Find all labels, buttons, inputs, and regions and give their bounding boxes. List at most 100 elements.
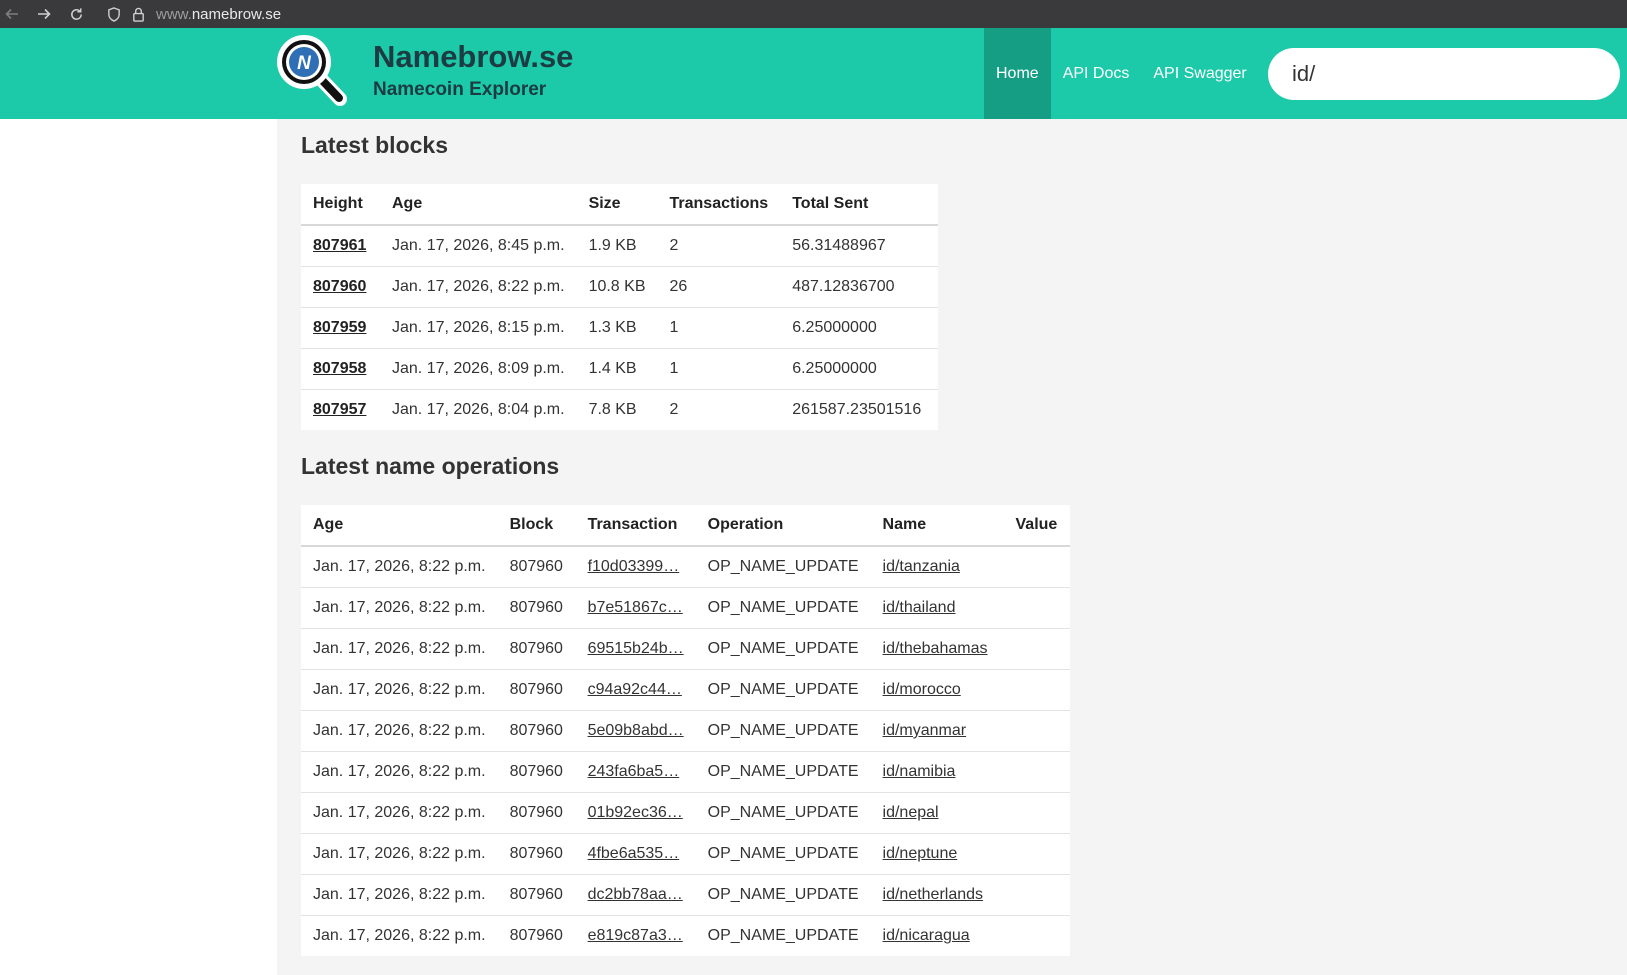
- table-row: Jan. 17, 2026, 8:22 p.m. 807960 69515b24…: [301, 628, 1070, 670]
- address-bar[interactable]: www.namebrow.se: [156, 6, 281, 23]
- logo-letter: N: [297, 53, 312, 74]
- block-link[interactable]: 807958: [313, 360, 366, 377]
- transaction-link[interactable]: 69515b24b…: [588, 640, 684, 657]
- cell-total-sent: 56.31488967: [780, 225, 939, 267]
- main-nav: Home API Docs API Swagger: [984, 28, 1259, 119]
- cell-value: [1003, 710, 1070, 752]
- table-row: 807958 Jan. 17, 2026, 8:09 p.m. 1.4 KB 1…: [301, 348, 939, 390]
- cell-size: 7.8 KB: [588, 401, 637, 418]
- cell-block: 807960: [497, 546, 576, 588]
- transaction-link[interactable]: 4fbe6a535…: [588, 845, 680, 862]
- cell-height: 807959: [301, 307, 380, 349]
- block-link[interactable]: 807959: [313, 319, 366, 336]
- col-age: Age: [380, 184, 577, 226]
- cell-value: [1003, 587, 1070, 629]
- name-link[interactable]: id/nicaragua: [883, 927, 970, 944]
- url-prefix: www.: [156, 5, 192, 23]
- cell-transaction: c94a92c44…: [575, 669, 696, 711]
- cell-operation: OP_NAME_UPDATE: [707, 927, 859, 944]
- name-link[interactable]: id/thebahamas: [883, 640, 988, 657]
- lock-icon[interactable]: [128, 4, 148, 24]
- name-link[interactable]: id/nepal: [883, 804, 939, 821]
- cell-value: [1003, 874, 1070, 916]
- cell-operation: OP_NAME_UPDATE: [695, 874, 871, 916]
- name-link[interactable]: id/neptune: [883, 845, 958, 862]
- latest-name-operations-heading: Latest name operations: [301, 453, 560, 479]
- col-operation: Operation: [695, 505, 871, 547]
- name-link[interactable]: id/myanmar: [883, 722, 967, 739]
- transaction-link[interactable]: 5e09b8abd…: [588, 722, 684, 739]
- cell-age: Jan. 17, 2026, 8:22 p.m.: [380, 266, 577, 308]
- cell-operation: OP_NAME_UPDATE: [695, 587, 871, 629]
- magnifier-logo-icon[interactable]: N: [275, 33, 349, 107]
- block-link[interactable]: 807961: [313, 237, 366, 254]
- transaction-link[interactable]: e819c87a3…: [588, 927, 683, 944]
- name-operations-table: Age Block Transaction Operation Name Val…: [301, 505, 1070, 956]
- cell-block: 807960: [497, 669, 576, 711]
- cell-transactions: 26: [657, 266, 781, 308]
- cell-name: id/thebahamas: [870, 628, 1004, 670]
- cell-name: id/neptune: [870, 833, 1004, 875]
- nav-api-docs[interactable]: API Docs: [1051, 28, 1142, 119]
- name-link[interactable]: id/netherlands: [883, 886, 984, 903]
- col-value: Value: [1003, 505, 1070, 547]
- cell-transaction: 69515b24b…: [575, 628, 696, 670]
- cell-transaction: b7e51867c…: [575, 587, 696, 629]
- cell-block: 807960: [497, 874, 576, 916]
- cell-total-sent: 261587.23501516: [792, 401, 922, 418]
- table-row: 807959 Jan. 17, 2026, 8:15 p.m. 1.3 KB 1…: [301, 307, 939, 349]
- site-title[interactable]: Namebrow.se: [373, 39, 573, 75]
- transaction-link[interactable]: 01b92ec36…: [588, 804, 683, 821]
- cell-age: Jan. 17, 2026, 8:45 p.m.: [380, 225, 577, 267]
- name-link[interactable]: id/thailand: [883, 599, 956, 616]
- cell-height: 807960: [301, 266, 380, 308]
- cell-name: id/thailand: [870, 587, 1004, 629]
- cell-block: 807960: [497, 587, 576, 629]
- cell-age: Jan. 17, 2026, 8:04 p.m.: [392, 401, 565, 418]
- cell-block: 807960: [497, 710, 576, 752]
- cell-size: 1.4 KB: [576, 348, 658, 390]
- cell-block: 807960: [509, 927, 563, 944]
- cell-name: id/myanmar: [870, 710, 1004, 752]
- block-link[interactable]: 807957: [313, 401, 366, 418]
- search-input[interactable]: [1268, 48, 1620, 100]
- cell-size: 1.3 KB: [576, 307, 658, 349]
- col-transactions: Transactions: [657, 184, 781, 226]
- cell-value: [1004, 916, 1070, 957]
- reload-icon[interactable]: [66, 4, 86, 24]
- nav-home[interactable]: Home: [984, 28, 1051, 119]
- block-link[interactable]: 807960: [313, 278, 366, 295]
- cell-height: 807958: [301, 348, 380, 390]
- name-link[interactable]: id/tanzania: [883, 558, 960, 575]
- col-block: Block: [497, 505, 576, 547]
- table-row: 807961 Jan. 17, 2026, 8:45 p.m. 1.9 KB 2…: [301, 225, 939, 267]
- col-total-sent: Total Sent: [780, 184, 939, 226]
- shield-icon[interactable]: [104, 4, 124, 24]
- cell-transaction: 5e09b8abd…: [575, 710, 696, 752]
- cell-value: [1003, 669, 1070, 711]
- name-link[interactable]: id/morocco: [883, 681, 961, 698]
- nav-api-swagger[interactable]: API Swagger: [1141, 28, 1258, 119]
- cell-block: 807960: [497, 833, 576, 875]
- table-row: 807957 Jan. 17, 2026, 8:04 p.m. 7.8 KB 2…: [301, 390, 938, 431]
- table-row: Jan. 17, 2026, 8:22 p.m. 807960 5e09b8ab…: [301, 710, 1070, 752]
- cell-transactions: 1: [657, 307, 781, 349]
- back-arrow-icon[interactable]: [2, 4, 22, 24]
- table-header-row: Age Block Transaction Operation Name Val…: [301, 505, 1070, 547]
- cell-block: 807960: [497, 792, 576, 834]
- transaction-link[interactable]: dc2bb78aa…: [588, 886, 683, 903]
- cell-operation: OP_NAME_UPDATE: [695, 833, 871, 875]
- transaction-link[interactable]: b7e51867c…: [588, 599, 683, 616]
- cell-operation: OP_NAME_UPDATE: [695, 751, 871, 793]
- forward-arrow-icon[interactable]: [34, 4, 54, 24]
- cell-value: [1003, 792, 1070, 834]
- transaction-link[interactable]: 243fa6ba5…: [588, 763, 680, 780]
- cell-height: 807961: [301, 225, 380, 267]
- transaction-link[interactable]: f10d03399…: [588, 558, 680, 575]
- cell-age: Jan. 17, 2026, 8:22 p.m.: [301, 587, 498, 629]
- col-age: Age: [301, 505, 498, 547]
- name-link[interactable]: id/namibia: [883, 763, 956, 780]
- cell-age: Jan. 17, 2026, 8:22 p.m.: [301, 546, 498, 588]
- cell-transactions: 1: [657, 348, 781, 390]
- transaction-link[interactable]: c94a92c44…: [588, 681, 682, 698]
